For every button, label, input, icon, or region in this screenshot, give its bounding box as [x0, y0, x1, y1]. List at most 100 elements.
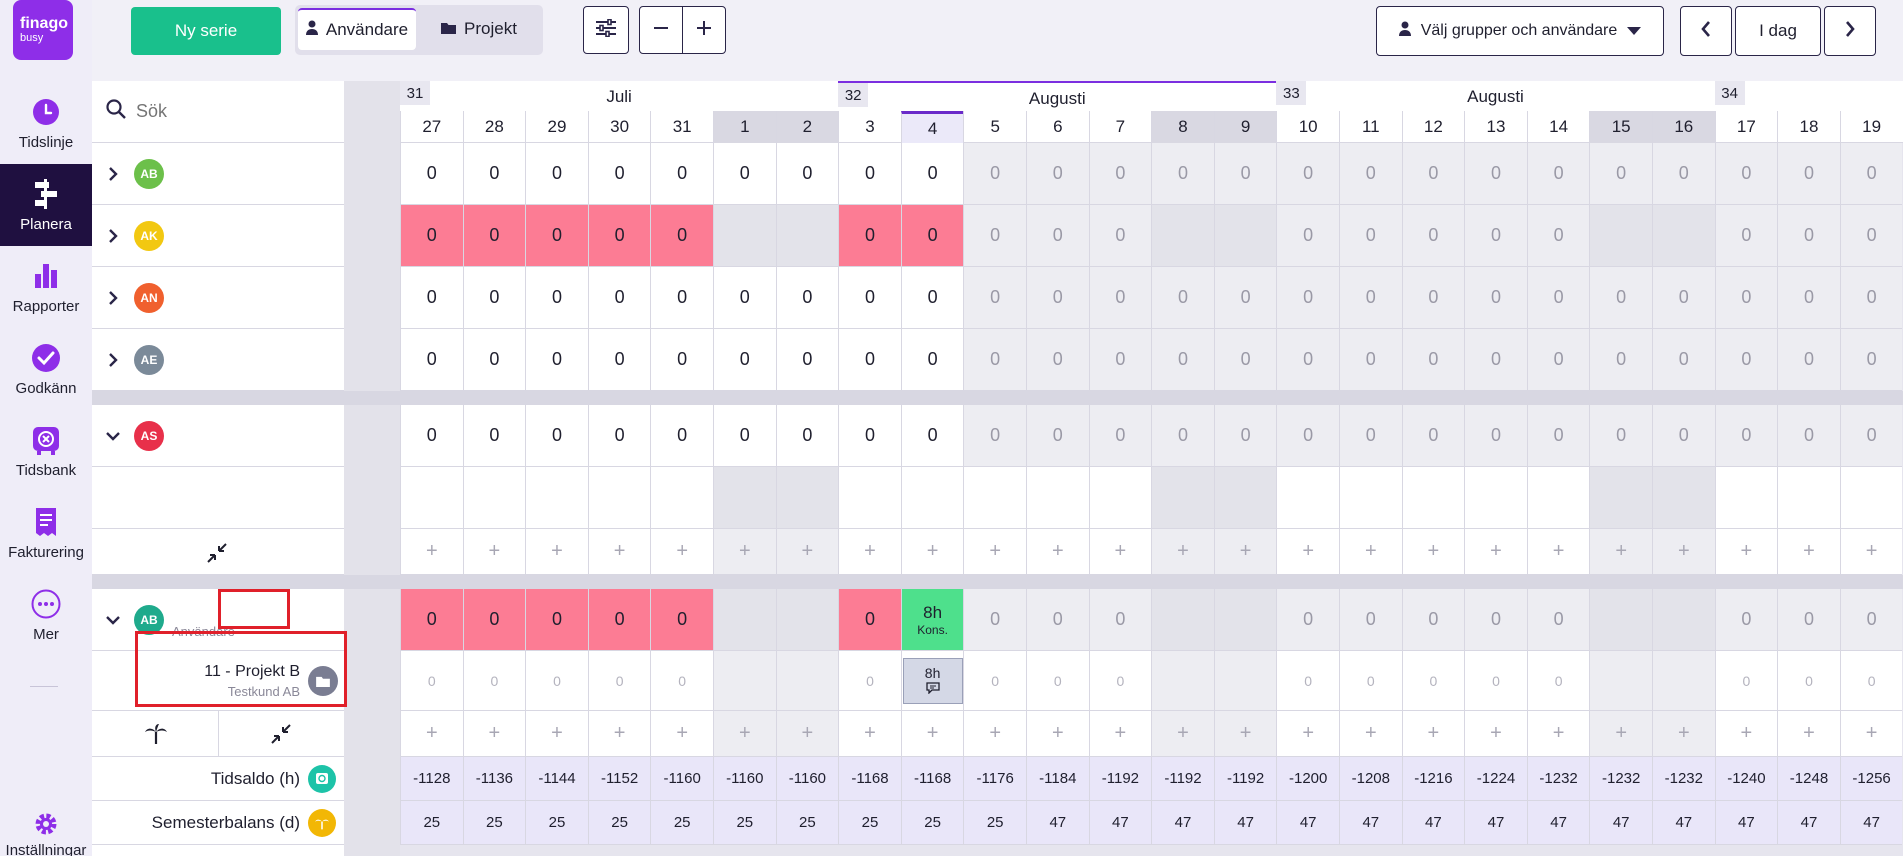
day-cell[interactable]: 0 — [1026, 405, 1089, 467]
add-booking-cell[interactable]: + — [713, 711, 776, 757]
empty-cell[interactable] — [1589, 467, 1652, 529]
day-cell[interactable]: 0 — [587, 205, 651, 267]
day-cell[interactable]: 0 — [1714, 589, 1778, 651]
tab-users[interactable]: Användare — [298, 8, 416, 50]
add-booking-cell[interactable]: + — [1839, 529, 1903, 575]
day-cell[interactable]: 0 — [963, 205, 1026, 267]
collapse-arrows-icon[interactable] — [206, 542, 228, 569]
add-booking-cell[interactable]: + — [838, 529, 901, 575]
day-cell[interactable] — [1589, 589, 1652, 651]
add-booking-cell[interactable]: + — [838, 711, 901, 757]
search-input[interactable] — [136, 101, 316, 122]
day-cell[interactable]: 0 — [775, 405, 839, 467]
day-cell[interactable]: 0 — [587, 143, 651, 205]
day-cell[interactable]: 0 — [525, 651, 588, 711]
add-booking-cell[interactable]: + — [1839, 711, 1903, 757]
day-cell[interactable]: 0 — [1589, 405, 1652, 467]
day-cell[interactable] — [713, 589, 776, 651]
day-cell[interactable]: 0 — [462, 329, 526, 391]
empty-cell[interactable] — [1401, 467, 1465, 529]
day-cell[interactable]: 0 — [1339, 143, 1402, 205]
day-cell[interactable]: 0 — [1088, 405, 1152, 467]
day-cell[interactable]: 0 — [713, 405, 776, 467]
add-booking-cell[interactable]: + — [650, 529, 713, 575]
day-cell[interactable]: 0 — [587, 329, 651, 391]
day-cell[interactable]: 0 — [713, 329, 776, 391]
zoom-in-button[interactable] — [682, 6, 726, 54]
new-series-button[interactable]: Ny serie — [131, 7, 281, 55]
day-cell[interactable]: 0 — [1589, 143, 1652, 205]
day-cell[interactable]: 0 — [1839, 267, 1903, 329]
day-header-cell[interactable]: 2 — [775, 111, 839, 143]
add-booking-cell[interactable]: + — [1088, 711, 1152, 757]
day-cell[interactable]: 0 — [1652, 143, 1715, 205]
day-cell[interactable]: 0 — [1652, 267, 1715, 329]
day-header-cell[interactable]: 7 — [1088, 111, 1152, 143]
day-cell[interactable]: 0 — [525, 405, 588, 467]
empty-cell[interactable] — [1526, 467, 1590, 529]
day-cell[interactable]: 0 — [1714, 267, 1778, 329]
day-cell[interactable] — [775, 651, 839, 711]
day-header-cell[interactable]: 30 — [587, 111, 651, 143]
day-cell[interactable]: 0 — [1088, 143, 1152, 205]
day-cell[interactable]: 0 — [525, 143, 588, 205]
add-booking-cell[interactable]: + — [1276, 711, 1339, 757]
nav-rapporter[interactable]: Rapporter — [0, 246, 92, 328]
day-header-cell[interactable]: 27 — [400, 111, 463, 143]
day-cell[interactable]: 0 — [1839, 405, 1903, 467]
day-cell[interactable] — [775, 589, 839, 651]
add-booking-cell[interactable]: + — [587, 711, 651, 757]
day-cell[interactable]: 0 — [1464, 205, 1527, 267]
day-cell[interactable]: 0 — [1026, 143, 1089, 205]
day-header-cell[interactable]: 16 — [1652, 111, 1715, 143]
day-cell[interactable]: 0 — [1652, 405, 1715, 467]
day-cell[interactable]: 0 — [1401, 267, 1465, 329]
day-cell[interactable] — [1589, 651, 1652, 711]
day-cell[interactable]: 0 — [1026, 329, 1089, 391]
empty-cell[interactable] — [462, 467, 526, 529]
chevron-right-icon[interactable] — [106, 291, 120, 305]
day-cell[interactable]: 0 — [1526, 329, 1590, 391]
day-cell[interactable]: 0 — [1151, 267, 1214, 329]
day-cell[interactable]: 0 — [1276, 205, 1339, 267]
day-cell[interactable]: 0 — [1401, 329, 1465, 391]
day-cell[interactable]: 0 — [1339, 205, 1402, 267]
day-cell[interactable]: 0 — [1401, 589, 1465, 651]
day-cell[interactable]: 0 — [1839, 205, 1903, 267]
user-row[interactable]: AN — [92, 267, 344, 329]
day-cell[interactable]: 0 — [1526, 651, 1590, 711]
nav-fakturering[interactable]: Fakturering — [0, 492, 92, 574]
add-booking-cell[interactable]: + — [1213, 711, 1277, 757]
day-cell[interactable]: 0 — [462, 205, 526, 267]
day-header-cell[interactable]: 6 — [1026, 111, 1089, 143]
day-cell[interactable]: 0 — [838, 143, 901, 205]
booking-cell[interactable]: 8h Kons. — [900, 589, 964, 651]
day-cell[interactable]: 0 — [900, 329, 964, 391]
day-cell[interactable] — [1589, 205, 1652, 267]
chevron-down-icon[interactable] — [106, 429, 120, 443]
day-cell[interactable] — [1151, 589, 1214, 651]
day-header-cell[interactable]: 15 — [1589, 111, 1652, 143]
day-cell[interactable]: 0 — [400, 651, 463, 711]
day-cell[interactable]: 0 — [400, 589, 463, 651]
add-booking-cell[interactable]: + — [713, 529, 776, 575]
day-cell[interactable]: 0 — [1526, 589, 1590, 651]
day-cell[interactable]: 0 — [650, 405, 713, 467]
day-cell[interactable]: 0 — [650, 651, 713, 711]
add-booking-cell[interactable]: + — [1339, 711, 1402, 757]
day-cell[interactable]: 0 — [1777, 405, 1840, 467]
empty-cell[interactable] — [1339, 467, 1402, 529]
add-booking-cell[interactable]: + — [650, 711, 713, 757]
add-booking-cell[interactable]: + — [900, 529, 964, 575]
day-cell[interactable]: 0 — [838, 267, 901, 329]
empty-cell[interactable] — [1213, 467, 1277, 529]
add-booking-cell[interactable]: + — [900, 711, 964, 757]
add-booking-cell[interactable]: + — [1026, 711, 1089, 757]
day-cell[interactable]: 0 — [838, 329, 901, 391]
day-cell[interactable]: 0 — [900, 405, 964, 467]
day-header-cell[interactable]: 11 — [1339, 111, 1402, 143]
add-booking-cell[interactable]: + — [1026, 529, 1089, 575]
day-cell[interactable]: 0 — [1276, 589, 1339, 651]
day-cell[interactable]: 0 — [1839, 651, 1903, 711]
day-cell[interactable]: 0 — [1464, 405, 1527, 467]
